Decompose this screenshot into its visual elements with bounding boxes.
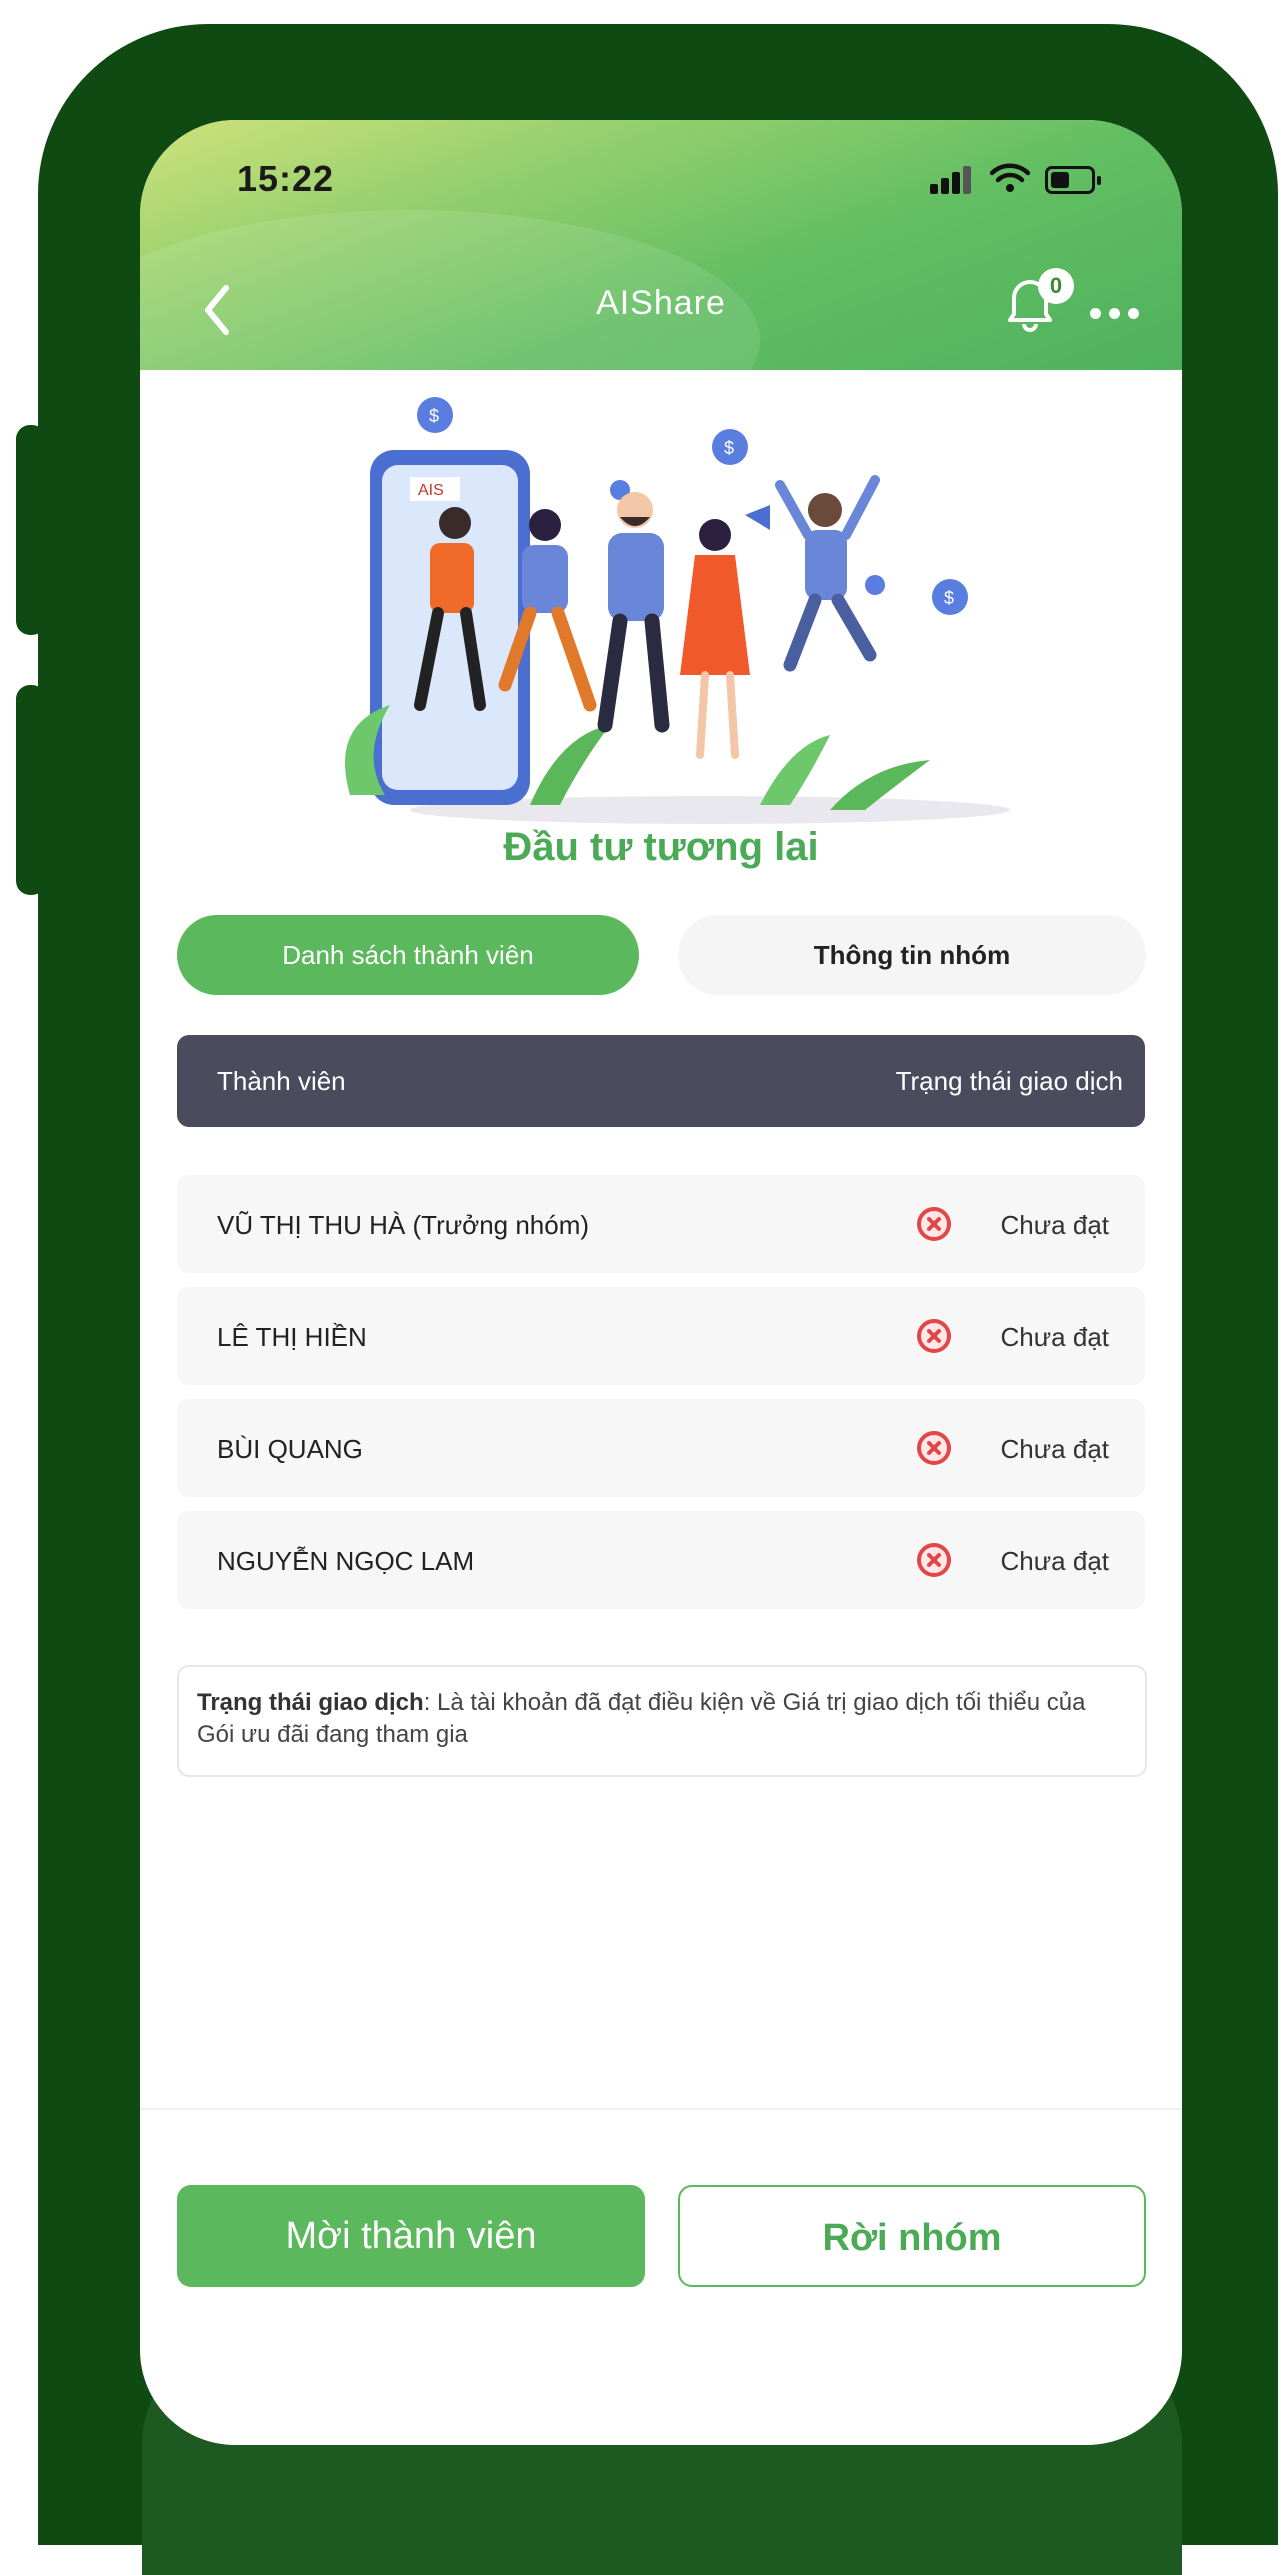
footer-divider <box>140 2108 1182 2110</box>
transaction-status: Chưa đạt <box>1000 1322 1109 1352</box>
table-row[interactable]: BÙI QUANG Chưa đạt <box>177 1399 1145 1497</box>
member-name: VŨ THỊ THU HÀ (Trưởng nhóm) <box>217 1210 590 1240</box>
tab-group-info[interactable]: Thông tin nhóm <box>678 915 1146 995</box>
status-time: 15:22 <box>237 158 335 199</box>
back-chevron-icon[interactable] <box>200 280 234 340</box>
table-row[interactable]: LÊ THỊ HIỀN Chưa đạt <box>177 1287 1145 1385</box>
invite-member-button[interactable]: Mời thành viên <box>177 2185 645 2287</box>
table-row[interactable]: NGUYỄN NGỌC LAM Chưa đạt <box>177 1511 1145 1609</box>
status-fail-icon <box>917 1319 951 1353</box>
signal-icon <box>952 172 960 194</box>
signal-icon <box>941 178 949 194</box>
leave-group-button[interactable]: Rời nhóm <box>678 2185 1146 2287</box>
status-fail-icon <box>917 1207 951 1241</box>
phone-screen: 15:22 AIShare 0 AIS $ $ $ Đầu tư tương l… <box>140 120 1182 2445</box>
note-label: Trạng thái giao dịch <box>197 1689 424 1716</box>
svg-text:$: $ <box>944 588 954 608</box>
group-illustration: AIS $ $ $ <box>345 397 1010 824</box>
signal-icon <box>930 184 938 194</box>
table-header: Thành viên Trạng thái giao dịch <box>177 1035 1145 1127</box>
wifi-icon <box>990 163 1030 192</box>
status-fail-icon <box>917 1543 951 1577</box>
member-name: LÊ THỊ HIỀN <box>217 1322 367 1352</box>
transaction-status: Chưa đạt <box>1000 1434 1109 1464</box>
column-header-member: Thành viên <box>217 1066 346 1096</box>
battery-icon <box>1045 166 1101 194</box>
status-icons <box>930 162 1110 196</box>
svg-text:$: $ <box>724 438 734 458</box>
member-name: NGUYỄN NGỌC LAM <box>217 1546 475 1576</box>
svg-text:$: $ <box>429 406 439 426</box>
transaction-status: Chưa đạt <box>1000 1210 1109 1240</box>
member-name: BÙI QUANG <box>217 1434 363 1464</box>
tab-member-list[interactable]: Danh sách thành viên <box>177 915 639 995</box>
app-header: 15:22 AIShare 0 <box>140 120 1182 470</box>
ais-logo-text: AIS <box>418 482 444 499</box>
group-name: Đầu tư tương lai <box>503 825 819 869</box>
table-row[interactable]: VŨ THỊ THU HÀ (Trưởng nhóm) Chưa đạt <box>177 1175 1145 1273</box>
status-fail-icon <box>917 1431 951 1465</box>
transaction-status: Chưa đạt <box>1000 1546 1109 1576</box>
notification-badge: 0 <box>1038 268 1074 304</box>
signal-icon <box>963 166 971 194</box>
status-explanation-note: Trạng thái giao dịch: Là tài khoản đã đạ… <box>177 1665 1147 1777</box>
more-options-icon[interactable] <box>1090 308 1140 322</box>
column-header-status: Trạng thái giao dịch <box>895 1066 1123 1096</box>
